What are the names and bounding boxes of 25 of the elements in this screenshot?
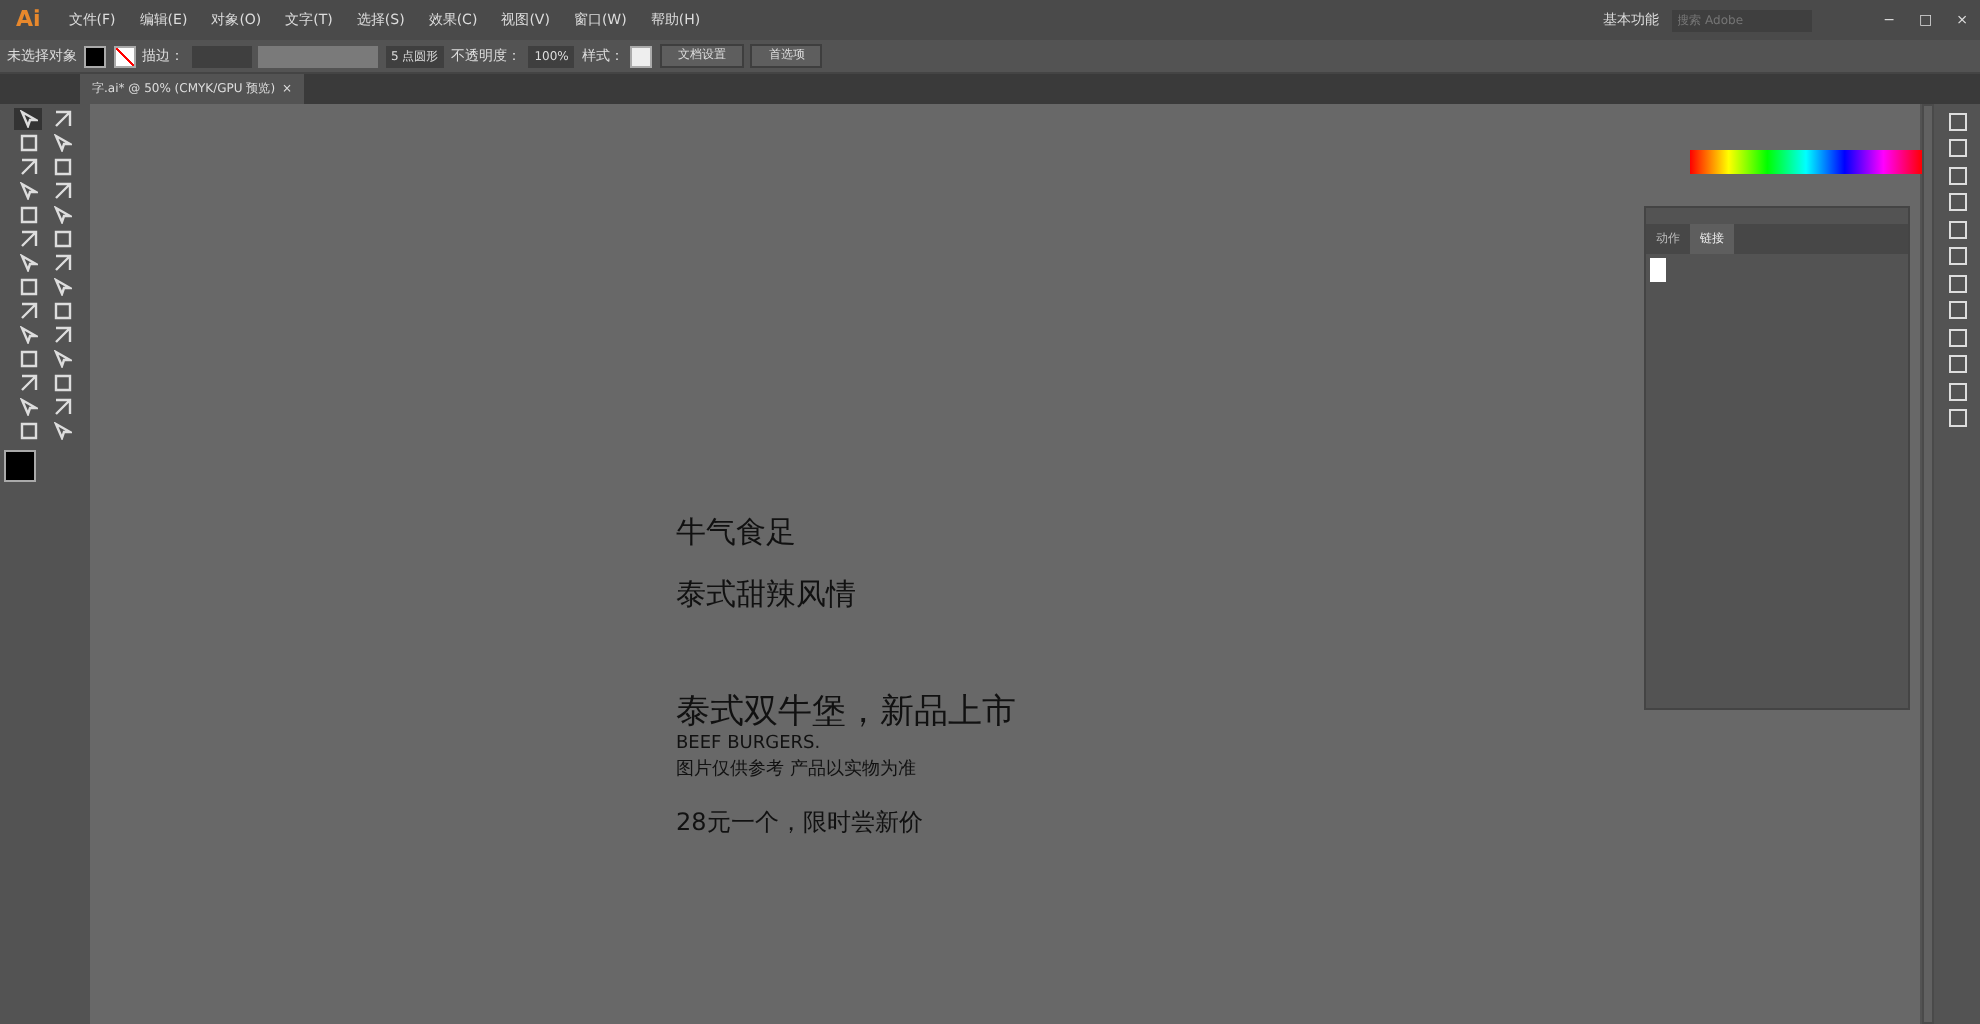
artboard-text: 图片仅供参考 产品以实物为准 bbox=[676, 758, 918, 784]
artboard-text: 泰式甜辣风情 bbox=[676, 576, 858, 612]
tool-icon[interactable] bbox=[14, 180, 42, 202]
artboard-text: 泰式双牛堡，新品上市 bbox=[676, 692, 1018, 732]
tool-icon[interactable] bbox=[48, 348, 76, 370]
tool-icon[interactable] bbox=[14, 324, 42, 346]
tool-icon[interactable] bbox=[14, 396, 42, 418]
variable-width-field[interactable] bbox=[258, 45, 378, 67]
color-spectrum[interactable] bbox=[1690, 150, 1922, 174]
fill-swatch[interactable] bbox=[84, 45, 106, 67]
fill-swatch[interactable] bbox=[3, 449, 36, 481]
link-thumbnail[interactable] bbox=[1649, 257, 1666, 282]
tool-icon[interactable] bbox=[48, 276, 76, 298]
tool-icon[interactable] bbox=[48, 204, 76, 226]
stroke-swatch[interactable] bbox=[113, 45, 135, 67]
artboard-text: 28元一个，限时尝新价 bbox=[676, 806, 925, 840]
app-logo: Ai bbox=[14, 3, 43, 36]
tool-icon[interactable] bbox=[48, 420, 76, 442]
tool-icon[interactable] bbox=[14, 108, 42, 130]
style-swatch[interactable] bbox=[630, 45, 653, 67]
scrollbar[interactable] bbox=[1922, 104, 1934, 1024]
tool-icon[interactable] bbox=[48, 132, 76, 154]
artboard-text: 牛气食足 bbox=[676, 514, 798, 550]
tool-icon[interactable] bbox=[14, 252, 42, 274]
artboard-text: BEEF BURGERS. bbox=[676, 732, 823, 758]
